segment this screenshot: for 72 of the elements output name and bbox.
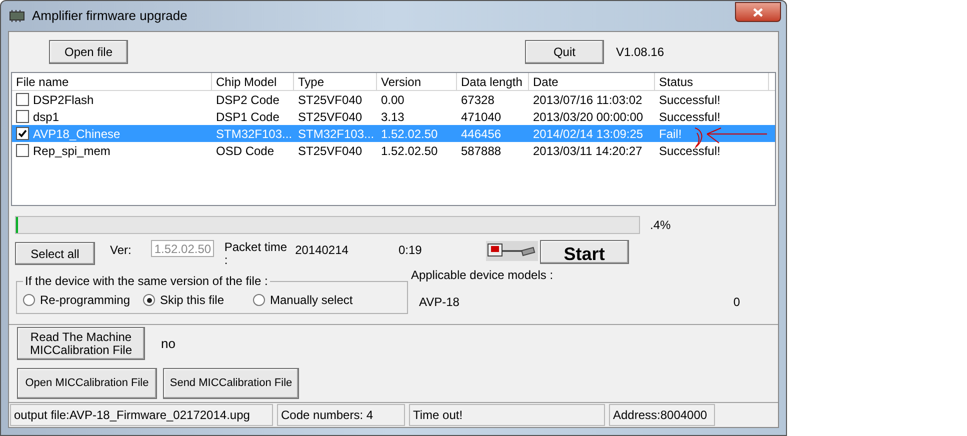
packet-time-label: Packet time : bbox=[224, 241, 288, 267]
packet-time-value: 20140214 bbox=[295, 242, 348, 259]
row-checkbox[interactable] bbox=[16, 127, 29, 140]
table-cell-text: Successful! bbox=[658, 142, 722, 160]
status-pane: Address:8004000 bbox=[609, 404, 715, 426]
table-cell-text: STM32F103... bbox=[215, 126, 294, 142]
chip-icon bbox=[8, 10, 26, 22]
table-cell-text: 1.52.02.50 bbox=[380, 126, 439, 142]
table-cell-text: 2013/03/11 14:20:27 bbox=[532, 142, 644, 160]
table-cell-text: 587888 bbox=[460, 142, 502, 160]
read-result: no bbox=[161, 334, 176, 353]
table-cell-text: 2013/03/20 00:00:00 bbox=[532, 108, 644, 126]
table-row[interactable]: dsp1 DSP1 Code ST25VF040 3.13 471040 2013/03/20 00:00:00 Successful! bbox=[12, 108, 775, 125]
table-cell-text: DSP1 Code bbox=[215, 108, 280, 126]
status-pane: Time out! bbox=[409, 404, 605, 426]
computer-chip-icon bbox=[486, 241, 538, 261]
row-checkbox[interactable] bbox=[16, 144, 29, 157]
device-models-label: Applicable device models : bbox=[410, 267, 554, 284]
group-legend: If the device with the same version of the file : bbox=[23, 272, 270, 290]
radio-option[interactable]: Manually select bbox=[253, 291, 373, 309]
progress-percent: .4% bbox=[650, 217, 671, 234]
status-pane: output file:AVP-18_Firmware_02172014.upg bbox=[10, 404, 273, 426]
table-cell-text: Successful! bbox=[658, 92, 722, 108]
status-pane: Code numbers: 4 bbox=[277, 404, 405, 426]
row-checkbox[interactable] bbox=[16, 110, 29, 123]
version-label: V1.08.16 bbox=[616, 44, 664, 61]
column-header[interactable]: Version bbox=[377, 73, 457, 90]
table-cell-text: Fail! bbox=[658, 126, 683, 142]
table-cell-text: 471040 bbox=[460, 108, 502, 126]
column-header[interactable]: File name bbox=[12, 73, 212, 90]
column-header[interactable]: Chip Model bbox=[212, 73, 294, 90]
table-cell-text: AVP18_Chinese bbox=[33, 126, 120, 142]
column-header[interactable]: Date bbox=[529, 73, 655, 90]
radio-option[interactable]: Skip this file bbox=[143, 291, 253, 309]
open-calibration-button[interactable]: Open MICCalibration File bbox=[17, 368, 157, 399]
table-cell-text: ST25VF040 bbox=[297, 92, 364, 108]
column-header[interactable]: Data length bbox=[457, 73, 529, 90]
table-cell-text: ST25VF040 bbox=[297, 142, 364, 160]
ver-label: Ver: bbox=[110, 242, 132, 259]
device-count: 0 bbox=[733, 294, 740, 311]
quit-button[interactable]: Quit bbox=[524, 40, 604, 64]
row-checkbox[interactable] bbox=[16, 93, 29, 106]
table-cell-text: 67328 bbox=[460, 92, 496, 108]
radio-option[interactable]: Re-programming bbox=[23, 291, 143, 309]
window-title: Amplifier firmware upgrade bbox=[32, 7, 188, 26]
read-calibration-button[interactable]: Read The Machine MICCalibration File bbox=[17, 327, 145, 360]
table-cell-text: Rep_spi_mem bbox=[33, 142, 110, 160]
select-all-button[interactable]: Select all bbox=[15, 242, 95, 265]
table-cell-text: DSP2Flash bbox=[33, 92, 94, 108]
send-calibration-button[interactable]: Send MICCalibration File bbox=[163, 368, 299, 399]
table-row[interactable]: Rep_spi_mem OSD Code ST25VF040 1.52.02.50 587888 2013/03/11 14:20:27 Successful! bbox=[12, 142, 775, 159]
close-button[interactable] bbox=[735, 2, 781, 22]
table-cell-text: STM32F103... bbox=[297, 126, 376, 142]
device-model: AVP-18 bbox=[418, 294, 460, 311]
table-cell-text: 2014/02/14 13:09:25 bbox=[532, 126, 644, 142]
table-row[interactable]: DSP2Flash DSP2 Code ST25VF040 0.00 67328 2013/07/16 11:03:02 Successful! bbox=[12, 91, 775, 108]
table-cell-text: 0.00 bbox=[380, 92, 406, 108]
table-cell-text: OSD Code bbox=[215, 142, 276, 160]
table-cell-text: ST25VF040 bbox=[297, 108, 364, 126]
table-cell-text: Successful! bbox=[658, 108, 722, 126]
table-cell-text: DSP2 Code bbox=[215, 92, 280, 108]
close-icon bbox=[753, 8, 763, 16]
table-cell-text: 1.52.02.50 bbox=[380, 142, 439, 160]
column-header[interactable]: Type bbox=[294, 73, 377, 90]
elapsed-time: 0:19 bbox=[398, 242, 422, 259]
table-cell-text: dsp1 bbox=[33, 108, 60, 126]
table-cell-text: 3.13 bbox=[380, 108, 406, 126]
column-header[interactable]: Status bbox=[655, 73, 769, 90]
open-file-button[interactable]: Open file bbox=[49, 40, 128, 64]
table-cell-text: 2013/07/16 11:03:02 bbox=[532, 92, 644, 108]
start-button[interactable]: Start bbox=[540, 240, 629, 264]
table-cell-text: 446456 bbox=[460, 126, 502, 142]
